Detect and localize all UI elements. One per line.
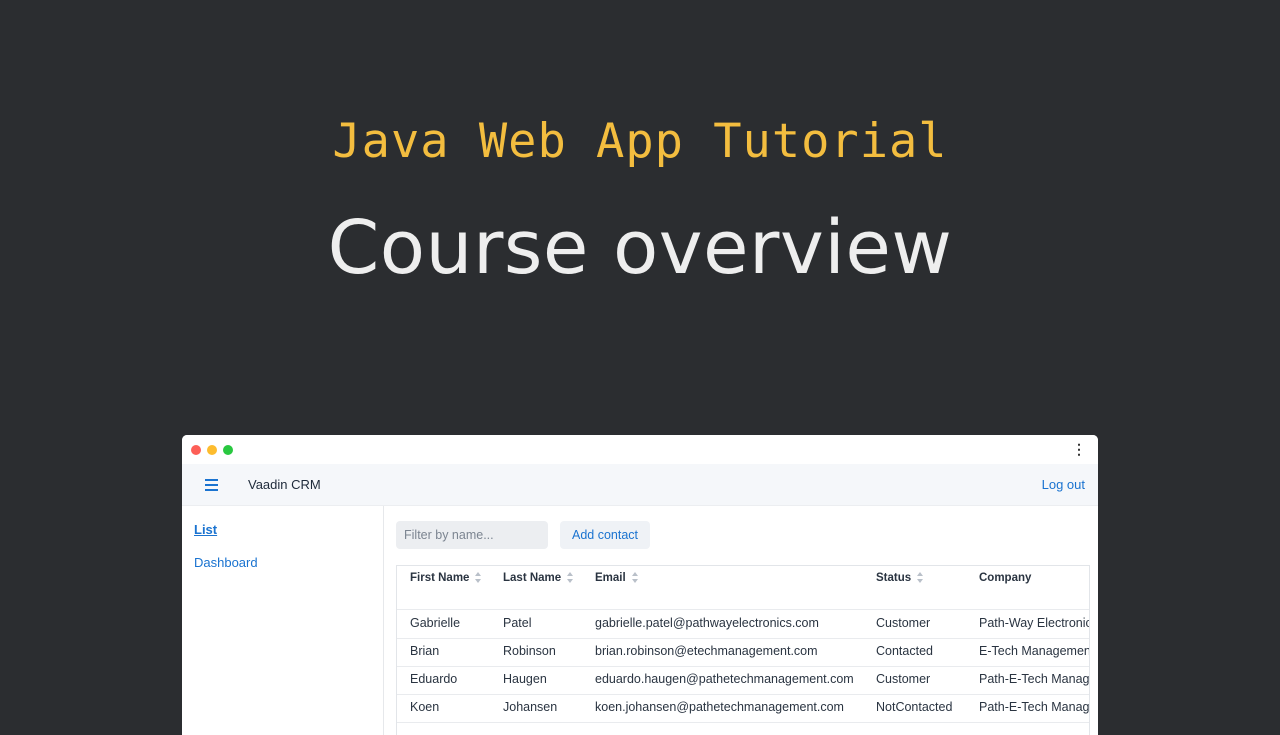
menu-icon[interactable] [205,479,218,491]
cell-first-name: Koen [410,700,440,714]
side-drawer: List Dashboard [182,506,384,735]
main-content: Add contact First Name Last Name Email S… [384,506,1098,735]
cell-company: Path-Way Electronics [979,616,1090,630]
cell-company: E-Tech Management [979,644,1090,658]
grid-header-row: First Name Last Name Email Status Compan… [397,566,1089,610]
cell-email: eduardo.haugen@pathetechmanagement.com [595,672,854,686]
column-header-status[interactable]: Status [876,572,924,584]
table-row[interactable]: Gabrielle Patel gabrielle.patel@pathwaye… [397,610,1090,639]
cell-last-name: Patel [503,616,532,630]
minimize-window-dot[interactable] [207,445,217,455]
column-header-email[interactable]: Email [595,572,639,584]
cell-first-name: Eduardo [410,672,458,686]
cell-status: Customer [876,616,931,630]
drawer-item-dashboard[interactable]: Dashboard [194,555,258,570]
cell-first-name: Brian [410,644,440,658]
cell-company: Path-E-Tech Management [979,672,1090,686]
add-contact-button[interactable]: Add contact [560,521,650,549]
sort-icon[interactable] [475,572,482,584]
app-title: Vaadin CRM [248,477,321,492]
cell-email: koen.johansen@pathetechmanagement.com [595,700,844,714]
column-header-company[interactable]: Company [979,572,1031,584]
column-header-first-name[interactable]: First Name [410,572,482,584]
column-header-last-name[interactable]: Last Name [503,572,574,584]
browser-window: ⋮ Vaadin CRM Log out List Dashboard Add … [182,435,1098,735]
table-row[interactable]: Eduardo Haugen eduardo.haugen@pathetechm… [397,666,1090,695]
cell-last-name: Johansen [503,700,558,714]
slide-subtitle: Java Web App Tutorial [332,114,948,169]
cell-first-name: Gabrielle [410,616,461,630]
slide-title: Course overview [327,205,953,291]
cell-company: Path-E-Tech Management [979,700,1090,714]
table-row[interactable]: Brian Robinson brian.robinson@etechmanag… [397,638,1090,667]
maximize-window-dot[interactable] [223,445,233,455]
cell-status: Contacted [876,644,933,658]
window-chrome: ⋮ [182,435,1098,464]
cell-last-name: Robinson [503,644,556,658]
filter-input[interactable] [396,521,548,549]
app-navbar: Vaadin CRM Log out [182,464,1098,506]
more-options-icon[interactable]: ⋮ [1072,442,1086,456]
table-row[interactable]: Koen Johansen koen.johansen@pathetechman… [397,694,1090,723]
sort-icon[interactable] [631,572,639,584]
drawer-item-list[interactable]: List [194,522,217,537]
close-window-dot[interactable] [191,445,201,455]
contacts-grid: First Name Last Name Email Status Compan… [396,565,1090,735]
cell-email: brian.robinson@etechmanagement.com [595,644,818,658]
sort-icon[interactable] [567,572,574,584]
cell-status: Customer [876,672,931,686]
logout-link[interactable]: Log out [1042,477,1085,492]
cell-status: NotContacted [876,700,953,714]
cell-last-name: Haugen [503,672,547,686]
sort-icon[interactable] [917,572,924,584]
cell-email: gabrielle.patel@pathwayelectronics.com [595,616,819,630]
